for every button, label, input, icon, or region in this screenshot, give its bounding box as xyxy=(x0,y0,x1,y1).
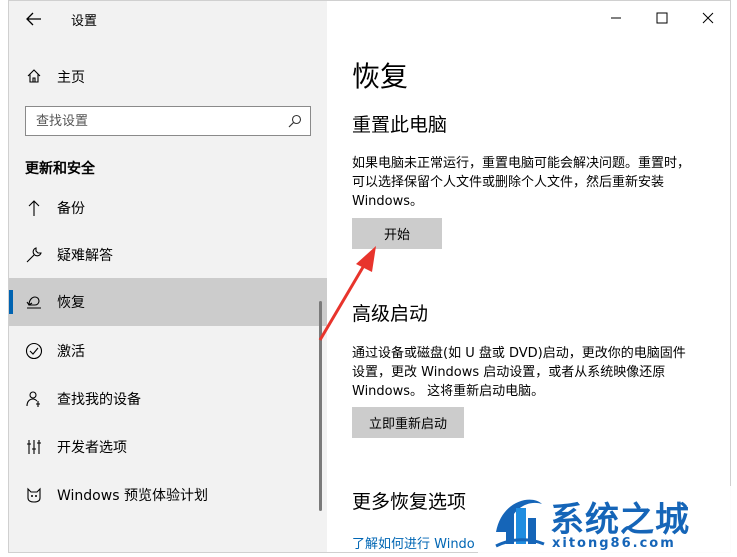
reset-pc-heading: 重置此电脑 xyxy=(352,114,448,136)
watermark: 系统之城 xitong86.com xyxy=(478,486,737,557)
sidebar-item-activation[interactable]: 激活 xyxy=(9,327,327,375)
settings-window: 设置 主页 更新和安全 备份 xyxy=(8,0,731,553)
back-button[interactable] xyxy=(21,9,47,29)
person-pin-icon xyxy=(25,390,43,408)
sidebar-item-developer-options[interactable]: 开发者选项 xyxy=(9,423,327,471)
sidebar: 设置 主页 更新和安全 备份 xyxy=(9,1,327,552)
search-icon[interactable] xyxy=(288,114,302,128)
close-icon xyxy=(702,12,714,24)
sidebar-item-recovery[interactable]: 恢复 xyxy=(9,278,327,326)
sidebar-item-label: 主页 xyxy=(57,70,85,86)
sidebar-item-backup[interactable]: 备份 xyxy=(9,184,327,232)
sidebar-item-label: Windows 预览体验计划 xyxy=(57,488,208,504)
advanced-startup-heading: 高级启动 xyxy=(352,303,429,325)
check-circle-icon xyxy=(25,342,43,360)
sidebar-item-windows-insider[interactable]: Windows 预览体验计划 xyxy=(9,471,327,519)
watermark-url: xitong86.com xyxy=(552,536,676,551)
sidebar-item-troubleshoot[interactable]: 疑难解答 xyxy=(9,231,327,279)
app-title: 设置 xyxy=(71,14,98,29)
search-input[interactable] xyxy=(26,107,286,135)
more-recovery-options-heading: 更多恢复选项 xyxy=(352,491,467,513)
wrench-icon xyxy=(25,246,43,264)
recovery-icon xyxy=(25,293,43,311)
main-content: 恢复 重置此电脑 如果电脑未正常运行，重置电脑可能会解决问题。重置时，可以选择保… xyxy=(327,1,730,552)
section-heading: 更新和安全 xyxy=(25,161,95,177)
maximize-icon xyxy=(656,12,668,24)
page-title: 恢复 xyxy=(352,60,409,93)
selection-indicator xyxy=(9,290,13,314)
insider-cat-icon xyxy=(25,486,43,504)
advanced-startup-description: 通过设备或磁盘(如 U 盘或 DVD)启动，更改你的电脑固件设置，更改 Wind… xyxy=(352,346,686,399)
sidebar-item-home[interactable]: 主页 xyxy=(9,61,327,91)
watermark-logo xyxy=(495,499,545,548)
sidebar-item-label: 疑难解答 xyxy=(57,248,113,264)
backup-arrow-icon xyxy=(25,199,43,217)
sidebar-item-label: 激活 xyxy=(57,344,85,360)
close-button[interactable] xyxy=(685,1,730,35)
minimize-icon xyxy=(611,17,621,19)
watermark-title: 系统之城 xyxy=(550,500,690,540)
sidebar-item-label: 恢复 xyxy=(57,295,85,311)
back-arrow-icon xyxy=(26,12,41,26)
restart-now-button[interactable]: 立即重新启动 xyxy=(352,407,464,438)
sidebar-item-label: 备份 xyxy=(57,201,85,217)
reset-pc-description: 如果电脑未正常运行，重置电脑可能会解决问题。重置时，可以选择保留个人文件或删除个… xyxy=(352,156,691,209)
learn-more-link[interactable]: 了解如何进行 Windo xyxy=(352,533,475,552)
get-started-button[interactable]: 开始 xyxy=(352,218,442,249)
sidebar-item-label: 开发者选项 xyxy=(57,440,127,456)
minimize-button[interactable] xyxy=(593,1,639,35)
sidebar-item-label: 查找我的设备 xyxy=(57,392,141,408)
sidebar-scrollbar[interactable] xyxy=(319,301,323,516)
maximize-button[interactable] xyxy=(639,1,685,35)
search-box[interactable] xyxy=(25,106,311,136)
scrollbar-thumb[interactable] xyxy=(319,301,322,511)
home-icon xyxy=(25,67,43,85)
developer-tools-icon xyxy=(25,438,43,456)
sidebar-item-find-my-device[interactable]: 查找我的设备 xyxy=(9,375,327,423)
